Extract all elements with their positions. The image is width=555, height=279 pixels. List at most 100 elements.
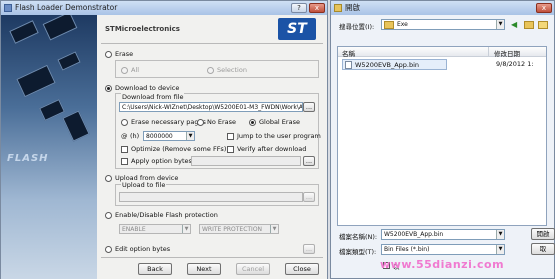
protection-type-value: WRITE PROTECTION [202,226,263,233]
look-in-value: Exe [397,21,408,28]
filetype-select[interactable]: Bin Files (*.bin) ▼ [381,244,505,255]
chevron-down-icon: ▼ [270,225,278,233]
next-button[interactable]: Next [187,263,221,275]
back-button[interactable]: Back [138,263,172,275]
watermark: www.55dianzi.com [380,258,505,271]
close-wizard-button[interactable]: Close [285,263,319,275]
filetype-label: 檔案類型(T): [339,248,377,256]
filename-label: 檔案名稱(N): [339,233,378,241]
dialog-close-button[interactable]: x [536,3,552,13]
protection-radio[interactable] [105,212,112,219]
download-file-path[interactable]: C:\Users\Nick-WIZnet\Desktop\W5200E01-M3… [119,102,303,112]
upload-radio[interactable] [105,175,112,182]
column-separator [488,47,489,57]
cancel-button[interactable]: Cancel [236,263,270,275]
look-in-label: 搜尋位置(I): [339,23,375,31]
divider [101,257,323,258]
app-icon [4,4,12,12]
st-logo: ST [278,18,316,40]
download-browse-button[interactable]: ... [303,102,315,112]
chip-graphic [16,64,56,98]
hex-label: (h) [130,132,140,140]
sidebar-graphic [1,15,97,279]
address-select[interactable]: 8000000 ▼ [143,131,195,141]
filename-value: W5200EVB_App.bin [384,231,444,238]
dialog-cancel-button[interactable]: 取 [531,243,555,255]
chevron-down-icon: ▼ [186,132,194,140]
chip-graphic [57,51,81,71]
look-in-select[interactable]: Exe ▼ [381,19,505,30]
new-folder-icon[interactable] [538,21,548,29]
global-erase-label: Global Erase [259,118,300,126]
optimize-label: Optimize (Remove some FFs) [131,145,227,153]
help-button[interactable]: ? [291,3,307,13]
chevron-down-icon: ▼ [496,230,504,239]
erase-all-label: All [131,66,140,74]
erase-necessary-radio[interactable] [121,119,128,126]
jump-label: Jump to the user program [237,132,321,140]
file-row[interactable]: W5200EVB_App.bin [342,59,447,70]
window-title: Flash Loader Demonstrator [15,3,118,12]
protection-label: Enable/Disable Flash protection [115,211,218,219]
download-from-file-label: Download from file [121,93,185,101]
jump-checkbox[interactable] [227,133,234,140]
option-file-field[interactable] [191,156,301,166]
address-value: 8000000 [146,133,173,140]
edit-option-label: Edit option bytes [115,245,171,253]
folder-icon [334,4,342,12]
filename-input[interactable]: W5200EVB_App.bin ▼ [381,229,505,240]
at-label: @ [121,132,128,140]
column-name[interactable]: 名稱 [342,48,355,58]
chip-graphic [62,110,90,142]
file-list[interactable]: 名稱 修改日期 W5200EVB_App.bin 9/8/2012 1: [337,46,547,226]
edit-option-browse-button[interactable]: ... [303,244,315,254]
open-file-dialog: 開啟 x 搜尋位置(I): Exe ▼ ◀ 名稱 修改日期 W5200EVB_A… [330,0,555,279]
option-browse-button[interactable]: ... [303,156,315,166]
chevron-down-icon: ▼ [182,225,190,233]
verify-label: Verify after download [237,145,307,153]
global-erase-radio[interactable] [249,119,256,126]
download-radio[interactable] [105,85,112,92]
erase-necessary-label: Erase necessary pages [131,118,206,126]
column-header: 名稱 修改日期 [338,47,546,58]
column-date[interactable]: 修改日期 [494,48,520,58]
chip-graphic [42,15,78,41]
folder-icon [384,21,394,29]
dialog-title-bar: 開啟 x [331,1,554,15]
protection-type-select[interactable]: WRITE PROTECTION ▼ [199,224,279,234]
title-bar: Flash Loader Demonstrator ? x [1,1,327,15]
chevron-down-icon: ▼ [496,245,504,254]
download-label: Download to device [115,84,180,92]
close-button[interactable]: x [309,3,325,13]
erase-all-radio[interactable] [121,67,128,74]
erase-selection-radio[interactable] [207,67,214,74]
flash-loader-window: Flash Loader Demonstrator ? x FLASH STMi… [0,0,328,279]
upload-browse-button[interactable]: ... [303,192,315,202]
apply-option-label: Apply option bytes [131,157,192,165]
chip-graphic [9,20,39,44]
upload-file-path[interactable] [119,192,303,202]
file-date: 9/8/2012 1: [496,60,534,68]
verify-checkbox[interactable] [227,146,234,153]
apply-option-checkbox[interactable] [121,158,128,165]
file-name: W5200EVB_App.bin [355,61,420,69]
edit-option-radio[interactable] [105,246,112,253]
company-name: STMicroelectronics [105,25,180,33]
optimize-checkbox[interactable] [121,146,128,153]
no-erase-label: No Erase [207,118,237,126]
erase-label: Erase [115,50,134,58]
chip-graphic [39,99,65,121]
protection-state-select[interactable]: ENABLE ▼ [119,224,191,234]
upload-to-file-label: Upload to file [121,181,167,189]
protection-state-value: ENABLE [122,226,146,233]
up-folder-icon[interactable] [524,21,534,29]
divider [101,43,323,44]
chevron-down-icon: ▼ [496,20,504,29]
no-erase-radio[interactable] [197,119,204,126]
file-icon [345,61,352,69]
dialog-title: 開啟 [345,3,360,12]
back-arrow-icon[interactable]: ◀ [511,20,517,29]
filetype-value: Bin Files (*.bin) [384,246,430,253]
erase-radio[interactable] [105,51,112,58]
open-button[interactable]: 開啟 [531,228,555,240]
